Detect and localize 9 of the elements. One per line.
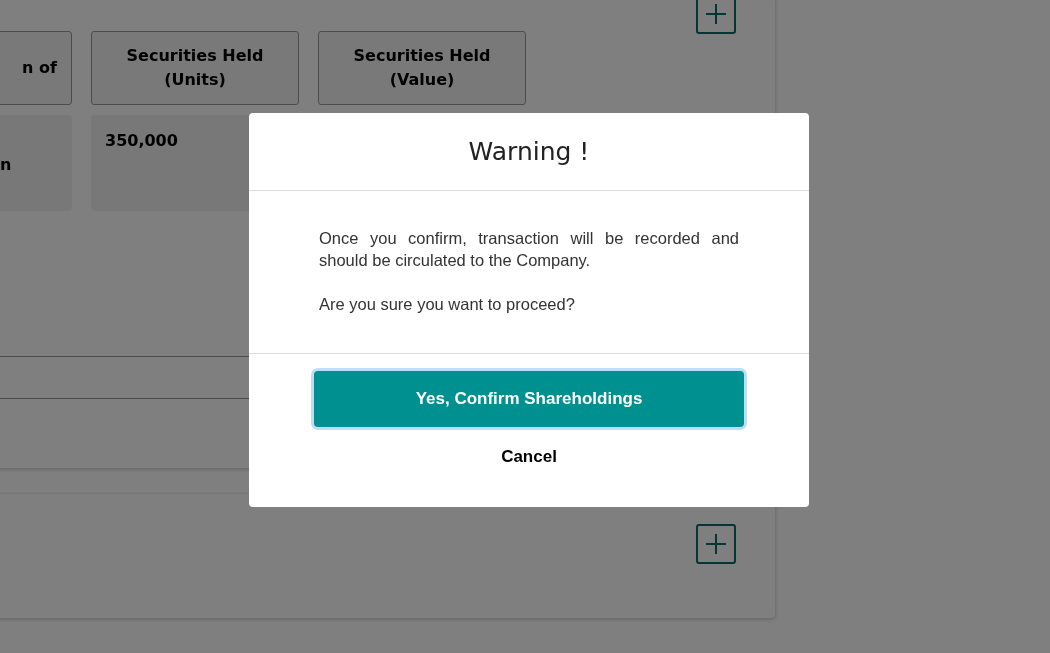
dialog-question: Are you sure you want to proceed?	[319, 294, 576, 315]
confirm-button[interactable]: Yes, Confirm Shareholdings	[314, 371, 744, 427]
table-cell: n	[0, 115, 72, 211]
dialog-message: Once you confirm, transaction will be recorded and should be circulated to the Company.	[319, 228, 739, 271]
dialog-title: Warning !	[249, 113, 809, 191]
column-header: Securities Held (Value)	[318, 31, 526, 105]
column-header: n of	[0, 31, 72, 105]
column-header: Securities Held (Units)	[91, 31, 299, 105]
cancel-button[interactable]: Cancel	[493, 443, 565, 471]
